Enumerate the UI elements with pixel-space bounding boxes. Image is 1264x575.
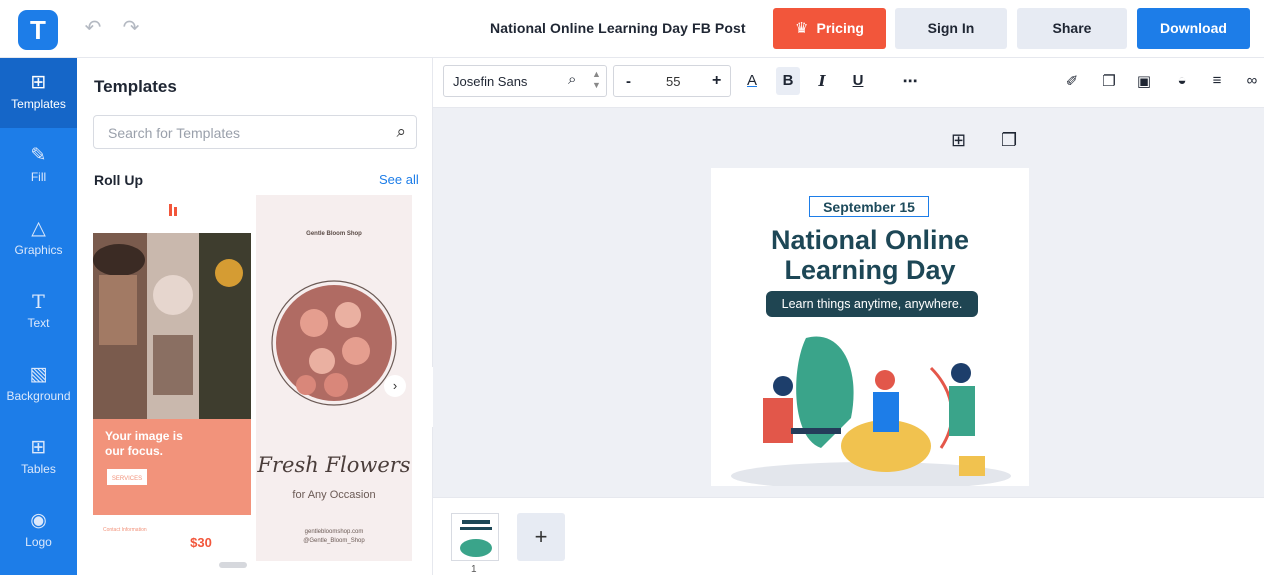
more-icon[interactable]: ⋯ — [899, 72, 921, 90]
font-size-stepper[interactable]: - 55 + — [613, 65, 731, 97]
share-button[interactable]: Share — [1017, 8, 1127, 49]
left-rail: ⊞ Templates ✎ Fill △ Graphics T Text ▧ Backgr… — [0, 58, 77, 575]
fill-icon: ✎ — [30, 145, 47, 166]
background-icon: ▧ — [29, 364, 48, 385]
template-photo-artwork: SERVICES $30 — [93, 195, 251, 561]
artboard[interactable]: September 15 National Online Learning Da… — [711, 168, 1029, 486]
font-family-value: Josefin Sans — [453, 74, 528, 89]
template-script-title: Fresh Flowers — [257, 453, 411, 477]
spinner-icon[interactable]: ▲ ▼ — [592, 69, 601, 91]
font-size-value[interactable]: 55 — [666, 74, 680, 89]
section-title: Roll Up — [94, 172, 143, 188]
template-email: gentlebloomshop.com — [304, 529, 364, 535]
see-all-link[interactable]: See all — [379, 172, 419, 187]
editor-canvas[interactable]: ⊞ ❐ September 15 National Online Learnin… — [433, 108, 1264, 497]
search-input[interactable]: Search for Templates ⌕ — [93, 115, 417, 149]
decrease-size-button[interactable]: - — [626, 73, 631, 90]
undo-icon[interactable]: ↶ — [82, 17, 104, 39]
tagline-pill[interactable]: Learn things anytime, anywhere. — [766, 291, 978, 317]
download-button[interactable]: Download — [1137, 8, 1250, 49]
page-strip: 1 + — [433, 497, 1264, 575]
search-icon[interactable]: ⌕ — [396, 122, 406, 142]
panel-scrollbar[interactable] — [219, 562, 247, 568]
date-text-selected[interactable]: September 15 — [809, 196, 929, 217]
copy-page-icon[interactable]: ❐ — [1001, 130, 1017, 151]
logo-icon: ◉ — [30, 510, 47, 531]
templates-panel: Templates Search for Templates ⌕ Roll Up… — [77, 58, 433, 575]
title-line-1[interactable]: National Online — [711, 225, 1029, 255]
text-color-icon[interactable]: A — [741, 72, 763, 89]
page-thumbnail[interactable] — [451, 513, 499, 561]
template-handle: @Gentle_Bloom_Shop — [303, 538, 365, 544]
rail-item-templates[interactable]: ⊞ Templates — [0, 58, 77, 128]
page-number: 1 — [471, 564, 477, 575]
add-page-button[interactable]: + — [517, 513, 565, 561]
chevron-right-icon[interactable]: › — [384, 375, 406, 397]
font-family-select[interactable]: Josefin Sans ⌕ ▲ ▼ — [443, 65, 607, 97]
paint-format-icon[interactable]: ✐ — [1061, 72, 1083, 90]
tables-icon: ⊞ — [30, 437, 47, 458]
align-icon[interactable]: ≡ — [1206, 72, 1228, 89]
rail-item-logo[interactable]: ◉ Logo — [0, 496, 77, 566]
svg-text:SERVICES: SERVICES — [112, 476, 142, 482]
bold-icon[interactable]: B — [776, 67, 800, 95]
template-brand: Gentle Bloom Shop — [306, 231, 362, 237]
template-subtitle: for Any Occasion — [292, 489, 376, 501]
rail-item-text[interactable]: T Text — [0, 277, 77, 347]
templates-icon: ⊞ — [30, 72, 47, 93]
rail-item-tables[interactable]: ⊞ Tables — [0, 423, 77, 493]
rail-item-graphics[interactable]: △ Graphics — [0, 204, 77, 274]
thumbnail-preview — [452, 514, 498, 560]
redo-icon[interactable]: ↷ — [120, 17, 142, 39]
search-icon[interactable]: ⌕ — [568, 71, 576, 88]
template-contact: Contact Information — [103, 527, 147, 533]
text-icon: T — [32, 291, 45, 313]
template-headline: Your image is our focus. — [105, 429, 183, 458]
layer-icon[interactable]: ▣ — [1133, 72, 1155, 90]
opacity-icon[interactable]: ◒ — [1171, 72, 1193, 89]
panel-title: Templates — [94, 77, 177, 96]
rail-item-fill[interactable]: ✎ Fill — [0, 131, 77, 201]
add-element-icon[interactable]: ⊞ — [951, 130, 966, 151]
crown-icon: ♛ — [795, 20, 809, 37]
sign-in-button[interactable]: Sign In — [895, 8, 1007, 49]
link-icon[interactable]: ∞ — [1241, 72, 1263, 89]
pricing-button[interactable]: ♛ Pricing — [773, 8, 886, 49]
italic-icon[interactable]: I — [811, 72, 833, 90]
rail-item-background[interactable]: ▧ Background — [0, 350, 77, 420]
graphics-icon: △ — [31, 218, 46, 239]
app-logo[interactable]: T — [18, 10, 58, 50]
increase-size-button[interactable]: + — [712, 72, 721, 90]
illustration-people-learning — [731, 336, 1011, 486]
underline-icon[interactable]: U — [847, 72, 869, 89]
document-title[interactable]: National Online Learning Day FB Post — [490, 20, 746, 36]
title-line-2[interactable]: Learning Day — [711, 255, 1029, 285]
template-card-photo-studio[interactable]: SERVICES $30 Your image is our focus. Co… — [93, 195, 251, 561]
search-placeholder: Search for Templates — [108, 125, 241, 141]
top-bar: T ↶ ↷ National Online Learning Day FB Po… — [0, 0, 1264, 58]
template-card-flower-shop[interactable]: Gentle Bloom Shop Fresh Flowers for Any … — [256, 195, 412, 561]
svg-text:$30: $30 — [190, 535, 212, 550]
text-toolbar: Josefin Sans ⌕ ▲ ▼ - 55 + A B I U ⋯ ✐ ❐ ▣… — [433, 58, 1264, 108]
duplicate-icon[interactable]: ❐ — [1098, 72, 1120, 90]
